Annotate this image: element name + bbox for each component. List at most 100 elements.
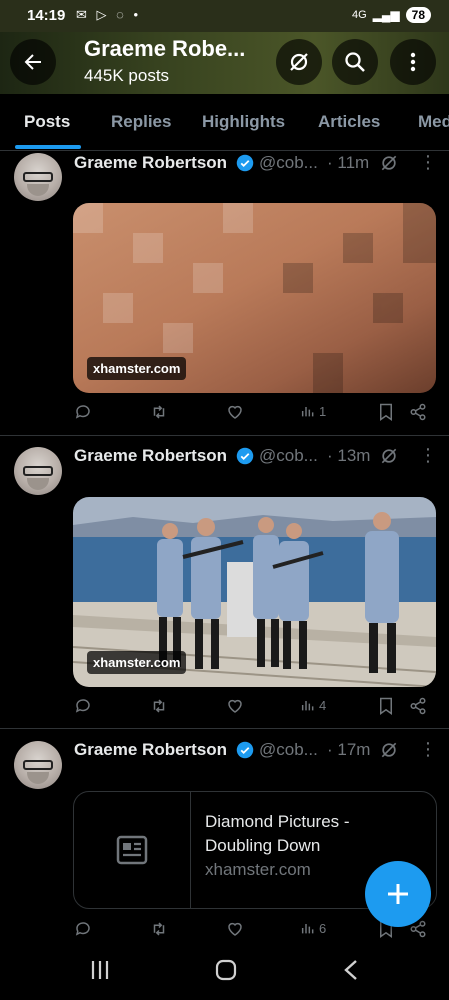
grok-icon	[290, 53, 308, 71]
home-icon[interactable]	[215, 959, 237, 981]
reply-icon	[75, 922, 90, 936]
recent-apps-icon[interactable]	[90, 959, 110, 981]
status-bar: 14:19 ✉ ▷ ◌ • 4G ▂▄▆ 78	[0, 0, 449, 32]
author-handle[interactable]: @cob...	[259, 446, 318, 466]
avatar[interactable]	[14, 447, 62, 495]
more-options-button[interactable]	[390, 39, 436, 85]
network-label: 4G	[351, 9, 367, 21]
views-icon	[301, 924, 314, 934]
tab-highlights[interactable]: Highlights	[202, 112, 285, 132]
like-button[interactable]	[226, 697, 244, 715]
avatar-glasses	[23, 172, 53, 182]
more-icon[interactable]: ⋮	[419, 152, 437, 173]
views-icon	[301, 407, 314, 417]
share-icon	[410, 403, 426, 421]
views-count: 1	[319, 403, 327, 419]
repost-icon	[153, 405, 165, 419]
views-button[interactable]: 4	[300, 697, 326, 713]
compose-plus-icon	[388, 884, 408, 904]
tab-articles[interactable]: Articles	[318, 112, 380, 132]
post-time: · 13m	[327, 446, 371, 465]
avatar[interactable]	[14, 741, 62, 789]
profile-title: Graeme Robe...	[84, 36, 246, 61]
battery-level: 78	[405, 7, 431, 23]
status-right: 4G ▂▄▆ 78	[352, 7, 431, 23]
tab-replies[interactable]: Replies	[111, 112, 171, 132]
reply-button[interactable]	[74, 697, 92, 715]
share-button[interactable]	[409, 403, 427, 421]
search-icon	[345, 52, 365, 72]
article-icon	[116, 835, 148, 865]
share-button[interactable]	[409, 697, 427, 715]
grok-icon[interactable]	[379, 740, 399, 760]
profile-tabs: Posts Replies Highlights Articles Med	[0, 94, 449, 151]
like-icon	[228, 922, 242, 936]
link-card-title: Diamond Pictures - Doubling Down	[205, 812, 350, 855]
bookmark-icon	[380, 697, 392, 715]
grok-button[interactable]	[276, 39, 322, 85]
link-card-thumbnail	[74, 792, 191, 908]
compose-button[interactable]	[365, 861, 431, 927]
views-count: 6	[319, 920, 327, 936]
post-time: · 11m	[327, 153, 370, 172]
like-icon	[228, 405, 242, 419]
views-count: 4	[319, 697, 327, 713]
verified-badge-icon	[236, 447, 254, 465]
post-actions: 4	[74, 697, 434, 717]
repost-button[interactable]	[150, 697, 168, 715]
back-button[interactable]	[10, 39, 56, 85]
like-button[interactable]	[226, 403, 244, 421]
grok-icon[interactable]	[379, 446, 399, 466]
views-button[interactable]: 1	[300, 403, 326, 419]
views-icon	[301, 701, 314, 711]
search-button[interactable]	[332, 39, 378, 85]
post-time: · 17m	[327, 740, 371, 759]
author-name[interactable]: Graeme Robertson	[74, 446, 227, 466]
post-count: 445K posts	[84, 66, 170, 85]
post-item[interactable]: Graeme Robertson @cob... · 11m ⋮ xhamste…	[0, 151, 449, 436]
more-icon[interactable]: ⋮	[419, 445, 437, 466]
post-actions: 1	[74, 403, 434, 423]
more-vert-icon	[410, 52, 416, 72]
author-handle[interactable]: @cob...	[259, 740, 318, 760]
share-icon	[410, 697, 426, 715]
grok-icon[interactable]	[379, 153, 399, 173]
reply-icon	[75, 405, 90, 419]
notification-icons: ✉ ▷ ◌ •	[76, 7, 142, 22]
repost-icon	[153, 699, 165, 713]
avatar-beard	[27, 184, 49, 196]
post-item[interactable]: Graeme Robertson @cob... · 13m ⋮ xhamste…	[0, 444, 449, 729]
reply-button[interactable]	[74, 920, 92, 938]
author-handle[interactable]: @cob...	[259, 153, 318, 173]
profile-header: Graeme Robe... 445K posts	[0, 32, 449, 94]
avatar-glasses	[23, 466, 53, 476]
media-source-label: xhamster.com	[87, 357, 187, 380]
avatar-beard	[27, 772, 49, 784]
repost-button[interactable]	[150, 920, 168, 938]
tab-media[interactable]: Med	[418, 112, 449, 132]
post-media-photo[interactable]: xhamster.com	[73, 497, 436, 687]
back-nav-icon[interactable]	[343, 959, 359, 981]
verified-badge-icon	[236, 741, 254, 759]
views-button[interactable]: 6	[300, 920, 326, 936]
bookmark-button[interactable]	[378, 403, 394, 421]
reply-icon	[75, 699, 90, 713]
signal-icon: ▂▄▆	[372, 8, 400, 22]
avatar[interactable]	[14, 153, 62, 201]
author-name[interactable]: Graeme Robertson	[74, 153, 227, 173]
more-icon[interactable]: ⋮	[419, 739, 437, 760]
tab-posts[interactable]: Posts	[24, 112, 70, 132]
author-name[interactable]: Graeme Robertson	[74, 740, 227, 760]
system-nav-bar	[0, 945, 449, 1000]
repost-icon	[153, 922, 165, 936]
like-icon	[228, 699, 242, 713]
reply-button[interactable]	[74, 403, 92, 421]
bookmark-button[interactable]	[378, 697, 394, 715]
link-card-domain: xhamster.com	[205, 860, 311, 879]
like-button[interactable]	[226, 920, 244, 938]
active-tab-indicator	[15, 145, 81, 149]
post-media-blurred[interactable]: xhamster.com	[73, 203, 436, 393]
repost-button[interactable]	[150, 403, 168, 421]
post-actions: 6	[74, 920, 434, 940]
verified-badge-icon	[236, 154, 254, 172]
